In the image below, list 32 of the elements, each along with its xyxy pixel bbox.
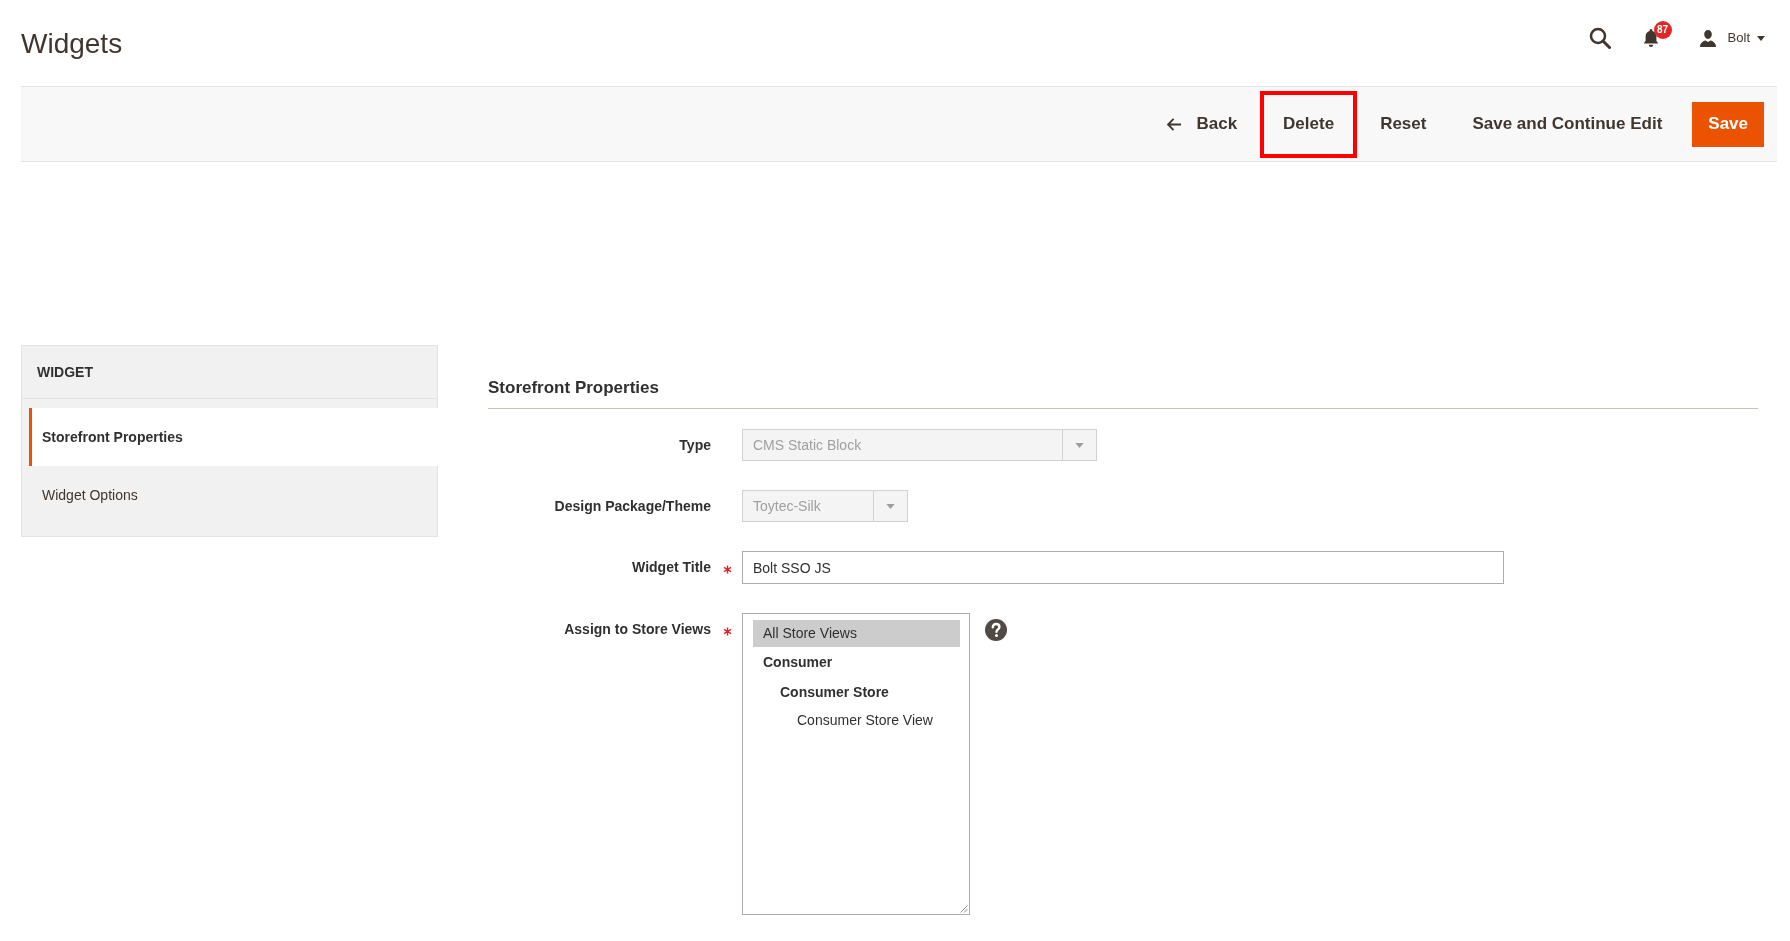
list-option[interactable]: Consumer Store View — [787, 707, 960, 734]
list-option[interactable]: All Store Views — [753, 620, 960, 647]
option-group-label: Consumer — [762, 652, 834, 672]
section-title: Storefront Properties — [488, 376, 1758, 409]
field-label: Design Package/Theme — [553, 497, 711, 516]
text-input-field[interactable]: Bolt SSO JS — [742, 551, 1504, 584]
page-title: Widgets — [21, 27, 123, 61]
save-button[interactable]: Save — [1692, 101, 1764, 147]
resize-grip-icon[interactable] — [958, 903, 968, 913]
field-label: Assign to Store Views — [563, 620, 711, 639]
user-icon — [1698, 29, 1717, 47]
caret-icon — [1075, 442, 1084, 448]
notification-count: 87 — [1653, 21, 1672, 39]
arrow-left-icon — [1167, 117, 1183, 131]
option-group-label: Consumer Store — [779, 682, 890, 702]
search-icon[interactable] — [1588, 27, 1611, 49]
field-label: Widget Title — [631, 558, 711, 577]
help-icon[interactable] — [985, 619, 1007, 641]
delete-button[interactable]: Delete — [1260, 90, 1358, 158]
caret-icon — [886, 503, 895, 509]
user-menu-button[interactable]: Bolt — [1698, 28, 1765, 48]
sidebar-title: WIDGET — [22, 346, 437, 399]
save-continue-button[interactable]: Save and Continue Edit — [1449, 90, 1686, 158]
sidebar-item[interactable]: Storefront Properties — [29, 408, 438, 466]
dropdown-field: CMS Static Block — [742, 429, 1097, 461]
sidebar-item[interactable]: Widget Options — [29, 466, 438, 524]
reset-button[interactable]: Reset — [1357, 90, 1450, 158]
multi-select-field[interactable]: All Store Views Consumer Consumer Store Consumer Store View — [742, 613, 970, 915]
caret-icon — [1757, 35, 1765, 41]
back-button[interactable]: Back — [1144, 90, 1261, 158]
field-label: Type — [678, 436, 711, 455]
dropdown-field: Toytec-Silk — [742, 490, 908, 522]
